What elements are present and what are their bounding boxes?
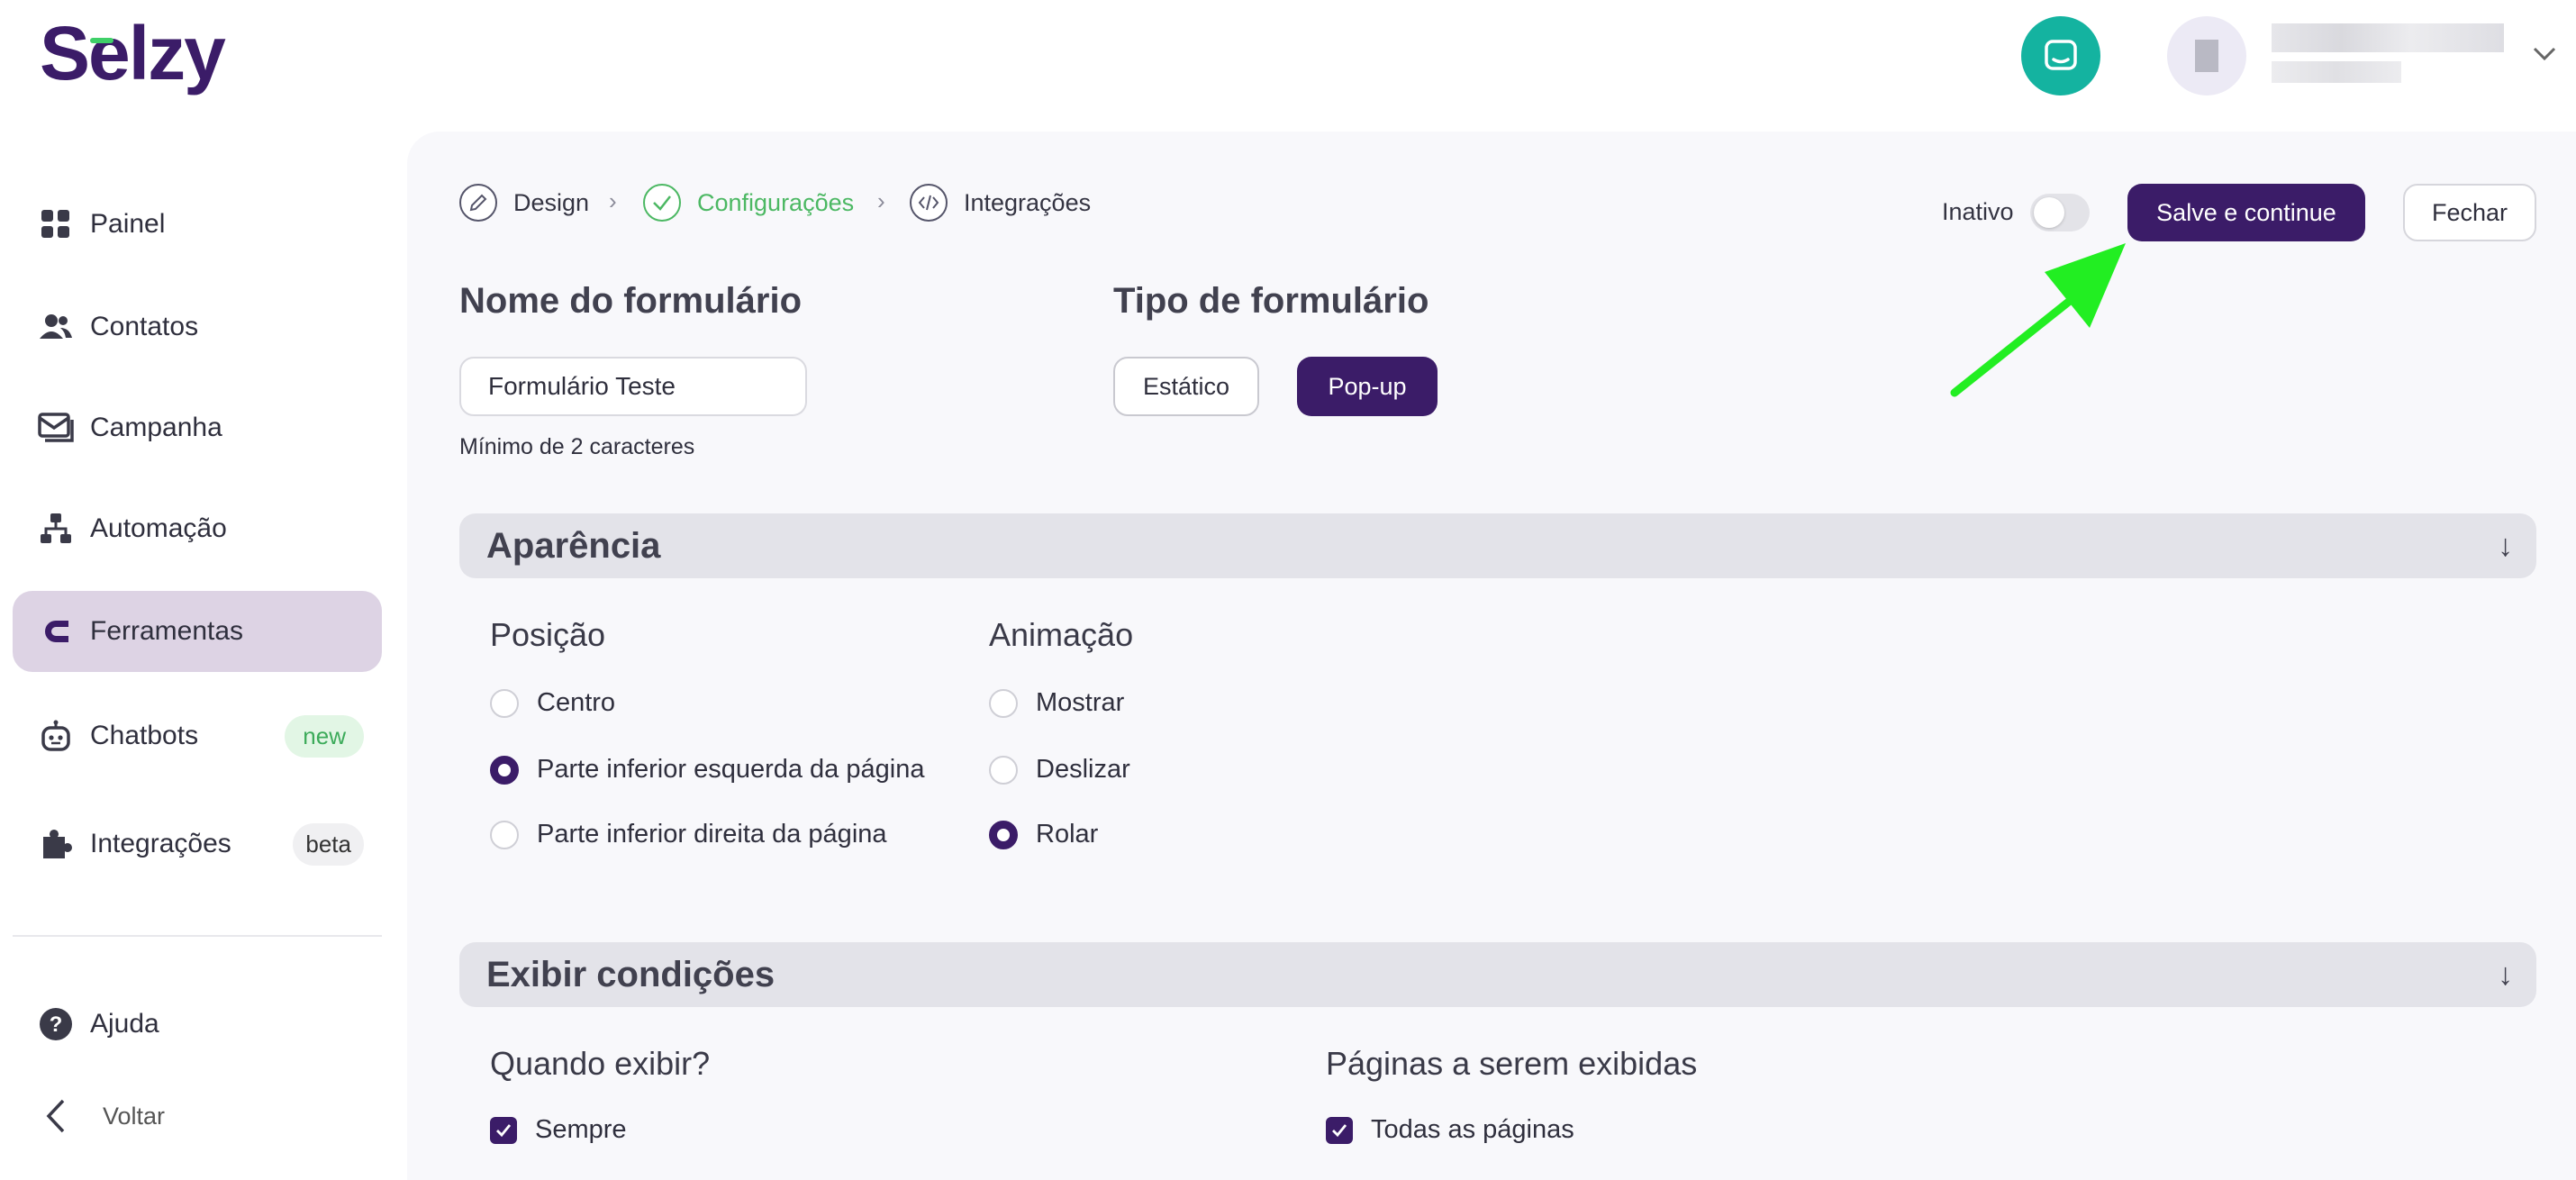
step-label: Design	[513, 188, 590, 216]
display-conditions-accordion[interactable]: Exibir condições ↓	[459, 942, 2536, 1007]
animation-title: Animação	[989, 616, 1134, 653]
checkbox-label: Todas as páginas	[1371, 1115, 1574, 1144]
radio-label: Centro	[537, 688, 616, 717]
annotation-arrow-icon	[1950, 243, 2126, 397]
accordion-title: Exibir condições	[486, 954, 776, 994]
when-to-show-title: Quando exibir?	[490, 1045, 711, 1082]
animation-option-show[interactable]: Mostrar	[989, 688, 1124, 718]
checkbox-label: Sempre	[535, 1115, 627, 1144]
sidebar-divider	[13, 935, 382, 937]
magnet-icon	[38, 613, 74, 649]
radio-button[interactable]	[989, 755, 1018, 785]
sidebar-item-label: Contatos	[90, 312, 199, 341]
new-badge: new	[285, 714, 364, 758]
mail-icon	[38, 410, 74, 446]
sidebar-item-label: Ajuda	[90, 1009, 159, 1039]
sidebar-item-ajuda[interactable]: ? Ajuda	[13, 984, 382, 1065]
status-toggle[interactable]	[2030, 194, 2090, 231]
sidebar-item-label: Ferramentas	[90, 616, 244, 646]
contacts-icon	[38, 309, 74, 345]
when-always-checkbox-row[interactable]: Sempre	[490, 1115, 627, 1145]
user-email-redacted	[2272, 61, 2401, 83]
pencil-icon	[459, 184, 497, 222]
pages-all-checkbox-row[interactable]: Todas as páginas	[1326, 1115, 1574, 1145]
radio-button-selected[interactable]	[490, 755, 519, 785]
form-type-popup-button[interactable]: Pop-up	[1297, 357, 1438, 416]
radio-label: Rolar	[1036, 820, 1099, 849]
radio-label: Deslizar	[1036, 755, 1130, 784]
accordion-title: Aparência	[486, 525, 661, 566]
form-type-title: Tipo de formulário	[1113, 281, 1429, 321]
sidebar-item-painel[interactable]: Painel	[13, 184, 382, 265]
sidebar-item-label: Painel	[90, 209, 166, 239]
save-continue-button[interactable]: Salve e continue	[2127, 184, 2365, 241]
step-separator: ›	[877, 187, 885, 214]
avatar[interactable]	[2167, 16, 2246, 95]
radio-button-selected[interactable]	[989, 820, 1018, 849]
svg-text:?: ?	[50, 1012, 63, 1037]
check-icon	[643, 184, 681, 222]
logo-accent-mark	[90, 38, 113, 43]
sidebar-item-label: Campanha	[90, 413, 222, 442]
form-type-static-button[interactable]: Estático	[1113, 357, 1259, 416]
sidebar-item-chatbots[interactable]: Chatbots new	[13, 695, 382, 776]
sidebar-item-contatos[interactable]: Contatos	[13, 286, 382, 368]
help-icon: ?	[38, 1006, 74, 1042]
code-icon	[910, 184, 948, 222]
automation-icon	[38, 511, 74, 547]
puzzle-icon	[38, 826, 74, 862]
radio-button[interactable]	[490, 820, 519, 849]
status-label: Inativo	[1942, 198, 2014, 225]
chevron-left-icon	[38, 1098, 74, 1134]
step-separator: ›	[609, 187, 617, 214]
radio-label: Parte inferior direita da página	[537, 820, 887, 849]
step-integracoes[interactable]: Integrações	[910, 184, 1091, 222]
form-name-input[interactable]: Formulário Teste	[459, 357, 807, 416]
support-chat-icon[interactable]	[2021, 16, 2100, 95]
bot-icon	[38, 718, 74, 754]
step-label: Integrações	[964, 188, 1092, 216]
checkbox-checked-icon[interactable]	[1326, 1116, 1353, 1144]
close-button[interactable]: Fechar	[2403, 184, 2536, 241]
step-label: Configurações	[697, 188, 855, 216]
step-design[interactable]: Design	[459, 184, 589, 222]
logo-text: Selzy	[40, 11, 226, 95]
position-option-bottom-left[interactable]: Parte inferior esquerda da página	[490, 755, 924, 785]
arrow-down-icon: ↓	[2498, 528, 2513, 563]
radio-label: Parte inferior esquerda da página	[537, 755, 925, 784]
selzy-logo[interactable]: Selzy	[40, 11, 226, 95]
pages-title: Páginas a serem exibidas	[1326, 1045, 1698, 1082]
back-link[interactable]: Voltar	[13, 1076, 382, 1157]
chevron-down-icon[interactable]	[2531, 40, 2558, 67]
animation-option-slide[interactable]: Deslizar	[989, 755, 1130, 785]
toggle-knob	[2034, 197, 2064, 228]
position-option-center[interactable]: Centro	[490, 688, 615, 718]
appearance-accordion[interactable]: Aparência ↓	[459, 513, 2536, 578]
beta-badge: beta	[293, 822, 364, 866]
sidebar-item-automacao[interactable]: Automação	[13, 488, 382, 569]
grid-icon	[38, 206, 74, 242]
user-name-redacted	[2272, 23, 2504, 52]
position-title: Posição	[490, 616, 606, 653]
back-label: Voltar	[103, 1102, 166, 1130]
checkbox-checked-icon[interactable]	[490, 1116, 517, 1144]
sidebar-item-ferramentas[interactable]: Ferramentas	[13, 591, 382, 672]
animation-option-scroll[interactable]: Rolar	[989, 820, 1098, 849]
sidebar-item-label: Integrações	[90, 829, 231, 858]
sidebar-item-label: Automação	[90, 513, 227, 543]
radio-button[interactable]	[989, 688, 1018, 718]
form-name-hint: Mínimo de 2 caracteres	[459, 434, 695, 459]
sidebar-item-campanha[interactable]: Campanha	[13, 387, 382, 468]
arrow-down-icon: ↓	[2498, 957, 2513, 992]
sidebar-item-integracoes[interactable]: Integrações beta	[13, 803, 382, 885]
radio-button[interactable]	[490, 688, 519, 718]
form-name-title: Nome do formulário	[459, 281, 803, 321]
sidebar-item-label: Chatbots	[90, 721, 199, 750]
step-configuracoes[interactable]: Configurações	[643, 184, 854, 222]
position-option-bottom-right[interactable]: Parte inferior direita da página	[490, 820, 887, 849]
radio-label: Mostrar	[1036, 688, 1125, 717]
